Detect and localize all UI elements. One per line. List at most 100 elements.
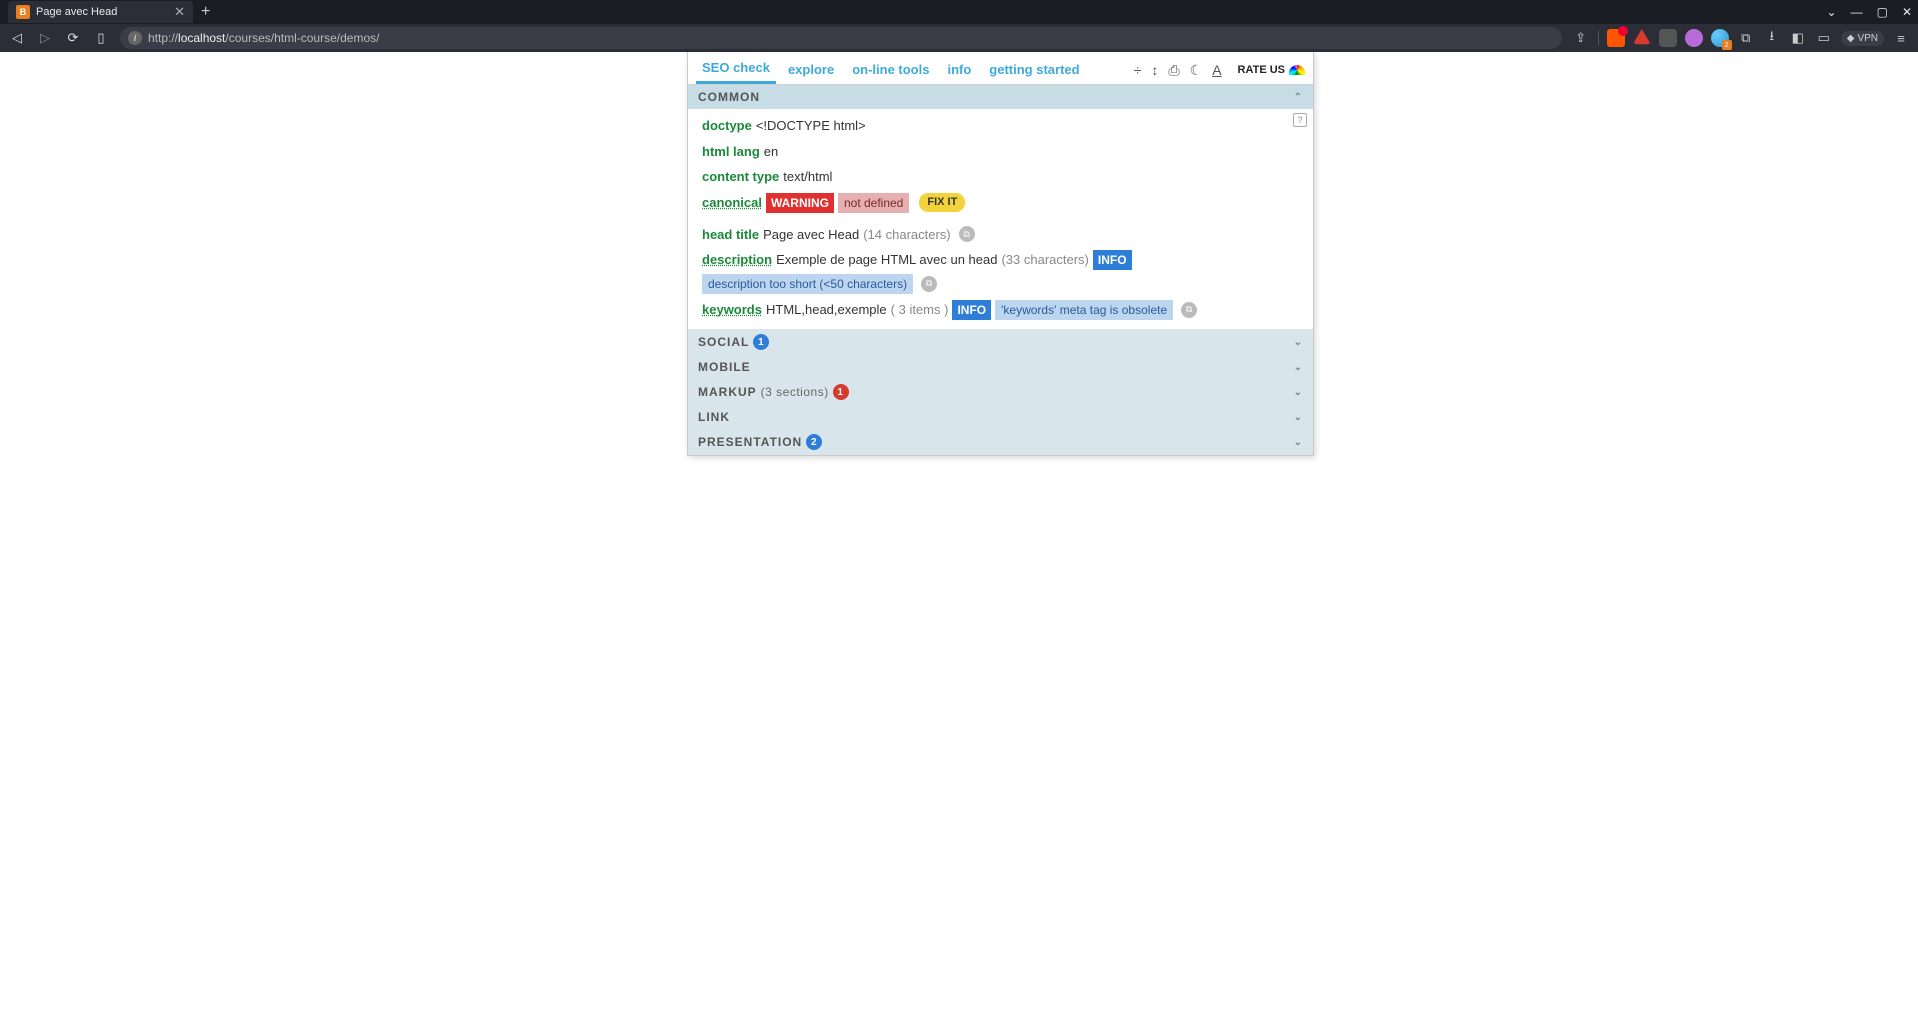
section-social-title: SOCIAL bbox=[698, 335, 749, 349]
rate-us-button[interactable]: RATE US bbox=[1238, 64, 1305, 76]
chevron-down-icon: ⌄ bbox=[1294, 412, 1303, 423]
browser-tab[interactable]: B Page avec Head ✕ bbox=[8, 1, 193, 23]
presentation-count-badge: 2 bbox=[806, 434, 822, 450]
vpn-label: VPN bbox=[1857, 33, 1878, 44]
markup-sub: (3 sections) bbox=[761, 385, 829, 399]
section-mobile-title: MOBILE bbox=[698, 360, 751, 374]
row-description: description Exemple de page HTML avec un… bbox=[702, 247, 1305, 297]
back-button[interactable]: ◁ bbox=[8, 30, 26, 46]
canonical-key[interactable]: canonical bbox=[702, 193, 762, 213]
tab-tools[interactable]: on-line tools bbox=[846, 58, 935, 83]
tab-info[interactable]: info bbox=[941, 58, 977, 83]
brave-rewards-icon[interactable] bbox=[1633, 29, 1651, 47]
chevron-down-icon: ⌄ bbox=[1294, 437, 1303, 448]
chevron-down-icon[interactable]: ⌄ bbox=[1827, 5, 1837, 19]
row-htmllang: html lang en bbox=[702, 139, 1305, 165]
brave-shield-icon[interactable] bbox=[1607, 29, 1625, 47]
help-icon[interactable]: ? bbox=[1293, 113, 1307, 127]
social-count-badge: 1 bbox=[753, 334, 769, 350]
page-content: SEO check explore on-line tools info get… bbox=[0, 52, 1918, 1033]
keywords-msg: 'keywords' meta tag is obsolete bbox=[995, 300, 1173, 320]
vpn-button[interactable]: ◆ VPN bbox=[1841, 31, 1884, 46]
section-link-title: LINK bbox=[698, 410, 730, 424]
doctype-val: <!DOCTYPE html> bbox=[756, 116, 866, 136]
wallet-icon[interactable]: ▭ bbox=[1815, 29, 1833, 47]
url-bar[interactable]: i http://localhost/courses/html-course/d… bbox=[120, 27, 1562, 49]
arrow-up-icon[interactable]: ↕ bbox=[1151, 62, 1158, 78]
print-icon[interactable]: ⎙ bbox=[1168, 62, 1179, 79]
minimize-button[interactable]: — bbox=[1851, 5, 1863, 19]
copy-icon[interactable]: ⧉ bbox=[1181, 302, 1197, 318]
row-doctype: doctype <!DOCTYPE html> bbox=[702, 113, 1305, 139]
tab-start[interactable]: getting started bbox=[983, 58, 1085, 83]
tab-title: Page avec Head bbox=[36, 6, 168, 18]
download-icon[interactable]: ⭳ bbox=[1763, 29, 1781, 47]
copy-icon[interactable]: ⧉ bbox=[959, 226, 975, 242]
close-icon[interactable]: ✕ bbox=[174, 4, 185, 20]
headtitle-chars: (14 characters) bbox=[863, 225, 950, 245]
chevron-down-icon: ⌄ bbox=[1294, 387, 1303, 398]
description-chars: (33 characters) bbox=[1001, 250, 1088, 270]
rainbow-icon bbox=[1289, 65, 1305, 75]
rate-us-label: RATE US bbox=[1238, 64, 1285, 76]
new-tab-button[interactable]: + bbox=[201, 3, 210, 21]
keywords-key[interactable]: keywords bbox=[702, 300, 762, 320]
moon-icon[interactable]: ☾ bbox=[1190, 62, 1203, 79]
htmllang-val: en bbox=[764, 142, 778, 162]
keywords-items: ( 3 items ) bbox=[891, 300, 949, 320]
fixit-button[interactable]: FIX IT bbox=[919, 193, 965, 212]
section-mobile-header[interactable]: MOBILE ⌄ bbox=[688, 355, 1313, 379]
font-icon[interactable]: A bbox=[1212, 62, 1221, 78]
keywords-val: HTML,head,exemple bbox=[766, 300, 887, 320]
description-key[interactable]: description bbox=[702, 250, 772, 270]
headtitle-val: Page avec Head bbox=[763, 225, 859, 245]
warning-badge: WARNING bbox=[766, 193, 834, 213]
extension-icon-purple[interactable] bbox=[1685, 29, 1703, 47]
window-controls: ⌄ — ▢ ✕ bbox=[1827, 5, 1918, 19]
site-info-icon[interactable]: i bbox=[128, 31, 142, 45]
seo-panel: SEO check explore on-line tools info get… bbox=[687, 52, 1314, 456]
section-markup-header[interactable]: MARKUP (3 sections) 1 ⌄ bbox=[688, 379, 1313, 405]
doctype-key: doctype bbox=[702, 116, 752, 136]
sidebar-icon[interactable]: ◧ bbox=[1789, 29, 1807, 47]
section-social-header[interactable]: SOCIAL 1 ⌄ bbox=[688, 329, 1313, 355]
reload-button[interactable]: ⟳ bbox=[64, 30, 82, 46]
section-link-header[interactable]: LINK ⌄ bbox=[688, 405, 1313, 429]
url-path: /courses/html-course/demos/ bbox=[225, 31, 379, 45]
url-host: localhost bbox=[178, 31, 225, 45]
htmllang-key: html lang bbox=[702, 142, 760, 162]
tab-explore[interactable]: explore bbox=[782, 58, 840, 83]
description-val: Exemple de page HTML avec un head bbox=[776, 250, 997, 270]
extensions-icon[interactable]: ⧉ bbox=[1737, 29, 1755, 47]
favicon-icon: B bbox=[16, 5, 30, 19]
forward-button[interactable]: ▷ bbox=[36, 30, 54, 46]
url-scheme: http:// bbox=[148, 31, 178, 45]
info-badge: INFO bbox=[952, 300, 991, 320]
section-common-header[interactable]: COMMON ⌃ bbox=[688, 85, 1313, 109]
section-presentation-header[interactable]: PRESENTATION 2 ⌄ bbox=[688, 429, 1313, 455]
tab-bar: B Page avec Head ✕ + ⌄ — ▢ ✕ bbox=[0, 0, 1918, 24]
description-msg: description too short (<50 characters) bbox=[702, 274, 913, 294]
seo-tab-icons: ÷ ↕ ⎙ ☾ A RATE US bbox=[1134, 62, 1305, 79]
markup-count-badge: 1 bbox=[833, 384, 849, 400]
tab-seo-check[interactable]: SEO check bbox=[696, 56, 776, 84]
close-window-button[interactable]: ✕ bbox=[1902, 5, 1912, 19]
maximize-button[interactable]: ▢ bbox=[1877, 5, 1888, 19]
section-common-body: ? doctype <!DOCTYPE html> html lang en c… bbox=[688, 109, 1313, 329]
contenttype-key: content type bbox=[702, 167, 779, 187]
toolbar-right: ⇪ 2 ⧉ ⭳ ◧ ▭ ◆ VPN ≡ bbox=[1572, 29, 1910, 47]
copy-icon[interactable]: ⧉ bbox=[921, 276, 937, 292]
menu-button[interactable]: ≡ bbox=[1892, 29, 1910, 47]
row-canonical: canonical WARNING not defined FIX IT bbox=[702, 190, 1305, 216]
seo-extension-icon[interactable]: 2 bbox=[1711, 29, 1729, 47]
row-keywords: keywords HTML,head,exemple ( 3 items ) I… bbox=[702, 297, 1305, 323]
row-headtitle: head title Page avec Head (14 characters… bbox=[702, 222, 1305, 248]
bookmark-icon[interactable]: ▯ bbox=[92, 30, 110, 46]
divide-icon[interactable]: ÷ bbox=[1134, 62, 1142, 78]
url-text: http://localhost/courses/html-course/dem… bbox=[148, 31, 379, 45]
extension-icon[interactable] bbox=[1659, 29, 1677, 47]
share-icon[interactable]: ⇪ bbox=[1572, 29, 1590, 47]
row-contenttype: content type text/html bbox=[702, 164, 1305, 190]
seo-tabs: SEO check explore on-line tools info get… bbox=[688, 52, 1313, 85]
chevron-up-icon: ⌃ bbox=[1294, 92, 1303, 103]
